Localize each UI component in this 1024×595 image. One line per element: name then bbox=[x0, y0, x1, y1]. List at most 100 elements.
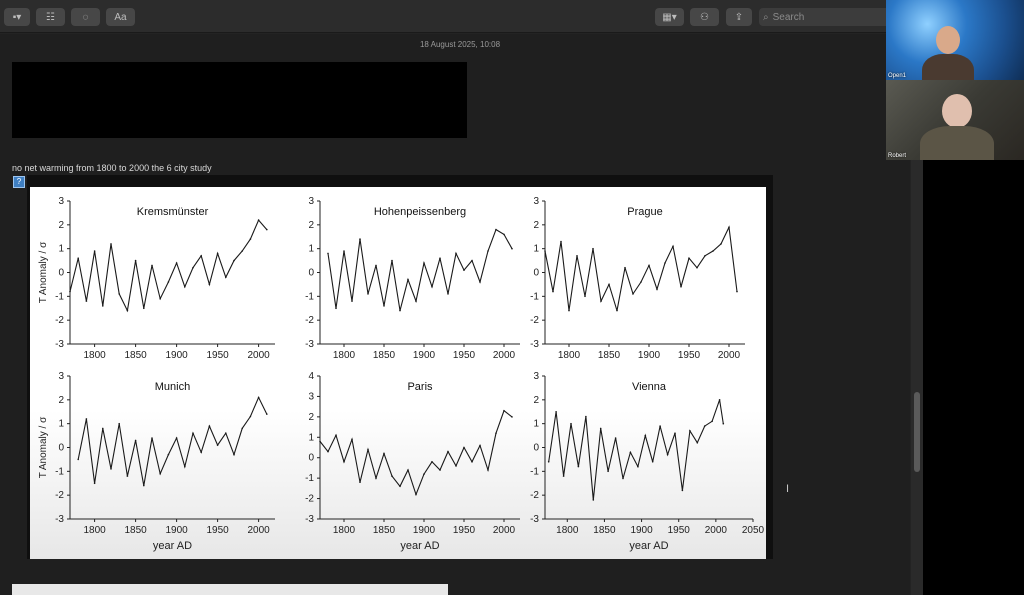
video-tile-2[interactable]: Robert bbox=[886, 80, 1024, 160]
data-point bbox=[351, 438, 353, 441]
x-tick-label: 2050 bbox=[742, 525, 765, 536]
scrollbar-thumb[interactable] bbox=[914, 392, 920, 472]
trash-button[interactable]: ▪▾ bbox=[4, 8, 30, 26]
data-point bbox=[592, 499, 595, 501]
data-point bbox=[407, 469, 409, 471]
format-button[interactable]: Aa bbox=[106, 8, 135, 26]
y-tick-label: 3 bbox=[533, 196, 539, 207]
y-tick-label: -1 bbox=[55, 466, 64, 477]
data-point bbox=[415, 300, 417, 302]
y-tick-label: 2 bbox=[533, 395, 539, 406]
data-point bbox=[503, 409, 505, 412]
x-tick-label: 1800 bbox=[333, 525, 356, 536]
data-point bbox=[680, 286, 682, 288]
data-point bbox=[720, 243, 722, 245]
data-point bbox=[327, 450, 329, 453]
participant-body bbox=[920, 126, 994, 160]
data-point bbox=[644, 434, 647, 437]
data-point bbox=[718, 399, 721, 401]
data-point bbox=[249, 415, 252, 418]
data-point bbox=[192, 266, 194, 269]
data-point bbox=[599, 427, 602, 430]
data-point bbox=[77, 257, 79, 259]
y-tick-label: 2 bbox=[58, 395, 64, 406]
six-city-figure[interactable]: 3 2 1 0 -1 -2 -3 1800 1850 1900 1950 2000 Kremsmünst… bbox=[30, 187, 766, 559]
data-point bbox=[257, 219, 260, 221]
x-tick-label: 1800 bbox=[556, 525, 579, 536]
x-tick-label: 1950 bbox=[206, 525, 229, 536]
toolbar: ▪▾ ☷ ◌ Aa ▦▾ ⚇ ⇪ ⌕ Search bbox=[0, 0, 890, 33]
data-point bbox=[607, 470, 609, 473]
data-point bbox=[335, 307, 337, 310]
data-point bbox=[375, 477, 377, 479]
data-point bbox=[143, 307, 145, 310]
data-point bbox=[431, 286, 433, 288]
y-tick-label: 0 bbox=[308, 453, 314, 464]
data-point bbox=[359, 481, 361, 484]
data-point bbox=[651, 461, 654, 463]
data-point bbox=[335, 434, 337, 436]
x-tick-label: 2000 bbox=[705, 525, 728, 536]
scrollbar[interactable] bbox=[911, 160, 923, 595]
y-tick-label: 3 bbox=[308, 196, 314, 207]
data-point bbox=[423, 473, 425, 475]
data-point bbox=[200, 451, 202, 454]
y-tick-label: 0 bbox=[58, 268, 64, 279]
x-tick-label: 1850 bbox=[124, 350, 147, 361]
x-tick-label: 1950 bbox=[668, 525, 691, 536]
attachment-icon[interactable]: ? bbox=[13, 176, 25, 188]
y-tick-label: -3 bbox=[530, 514, 539, 525]
participant-face bbox=[936, 26, 960, 54]
data-point bbox=[511, 247, 513, 250]
video-tile-1[interactable]: Open1 bbox=[886, 0, 1024, 80]
data-point bbox=[577, 465, 580, 468]
data-point bbox=[266, 413, 268, 415]
note-caption[interactable]: no net warming from 1800 to 2000 the 6 c… bbox=[12, 163, 212, 173]
data-point bbox=[85, 418, 88, 420]
y-tick-label: 4 bbox=[308, 371, 314, 382]
table-button[interactable]: ☷ bbox=[36, 8, 65, 26]
checklist-button[interactable]: ◌ bbox=[71, 8, 100, 26]
data-point bbox=[167, 281, 170, 283]
x-tick-label: 2000 bbox=[247, 525, 270, 536]
data-point bbox=[118, 422, 120, 425]
checkmark-circle-icon: ◌ bbox=[82, 11, 89, 23]
x-tick-label: 1850 bbox=[373, 350, 396, 361]
data-point bbox=[479, 444, 481, 447]
y-axis-label: T Anomaly / σ bbox=[38, 241, 49, 303]
y-tick-label: 3 bbox=[58, 196, 64, 207]
data-point bbox=[257, 396, 260, 399]
search-placeholder: Search bbox=[772, 11, 805, 23]
x-tick-label: 2000 bbox=[247, 350, 270, 361]
y-tick-label: 3 bbox=[58, 371, 64, 382]
data-point bbox=[624, 266, 626, 269]
x-tick-label: 1900 bbox=[165, 525, 188, 536]
data-point bbox=[570, 422, 572, 425]
data-point bbox=[126, 309, 129, 312]
participant-face bbox=[942, 94, 972, 128]
collaborate-button[interactable]: ⚇ bbox=[690, 8, 719, 26]
data-point bbox=[552, 290, 554, 293]
data-point bbox=[689, 430, 691, 432]
data-point bbox=[216, 252, 219, 255]
y-tick-label: -2 bbox=[55, 490, 64, 501]
data-point bbox=[503, 233, 505, 236]
data-point bbox=[208, 425, 211, 427]
media-button[interactable]: ▦▾ bbox=[655, 8, 684, 26]
data-point bbox=[343, 461, 345, 463]
side-pane bbox=[923, 160, 1024, 595]
y-tick-label: 3 bbox=[308, 391, 314, 402]
data-point bbox=[375, 264, 377, 267]
data-point bbox=[69, 290, 71, 293]
data-point bbox=[640, 281, 642, 283]
data-point bbox=[77, 458, 79, 461]
series-line bbox=[319, 409, 513, 497]
y-tick-label: 1 bbox=[308, 244, 314, 255]
trash-icon: ▪▾ bbox=[12, 11, 22, 23]
data-point bbox=[200, 255, 202, 257]
data-point bbox=[439, 257, 441, 259]
share-button[interactable]: ⇪ bbox=[726, 8, 752, 26]
y-tick-label: 2 bbox=[58, 220, 64, 231]
data-point bbox=[431, 461, 433, 463]
search-field[interactable]: ⌕ Search bbox=[759, 8, 890, 26]
